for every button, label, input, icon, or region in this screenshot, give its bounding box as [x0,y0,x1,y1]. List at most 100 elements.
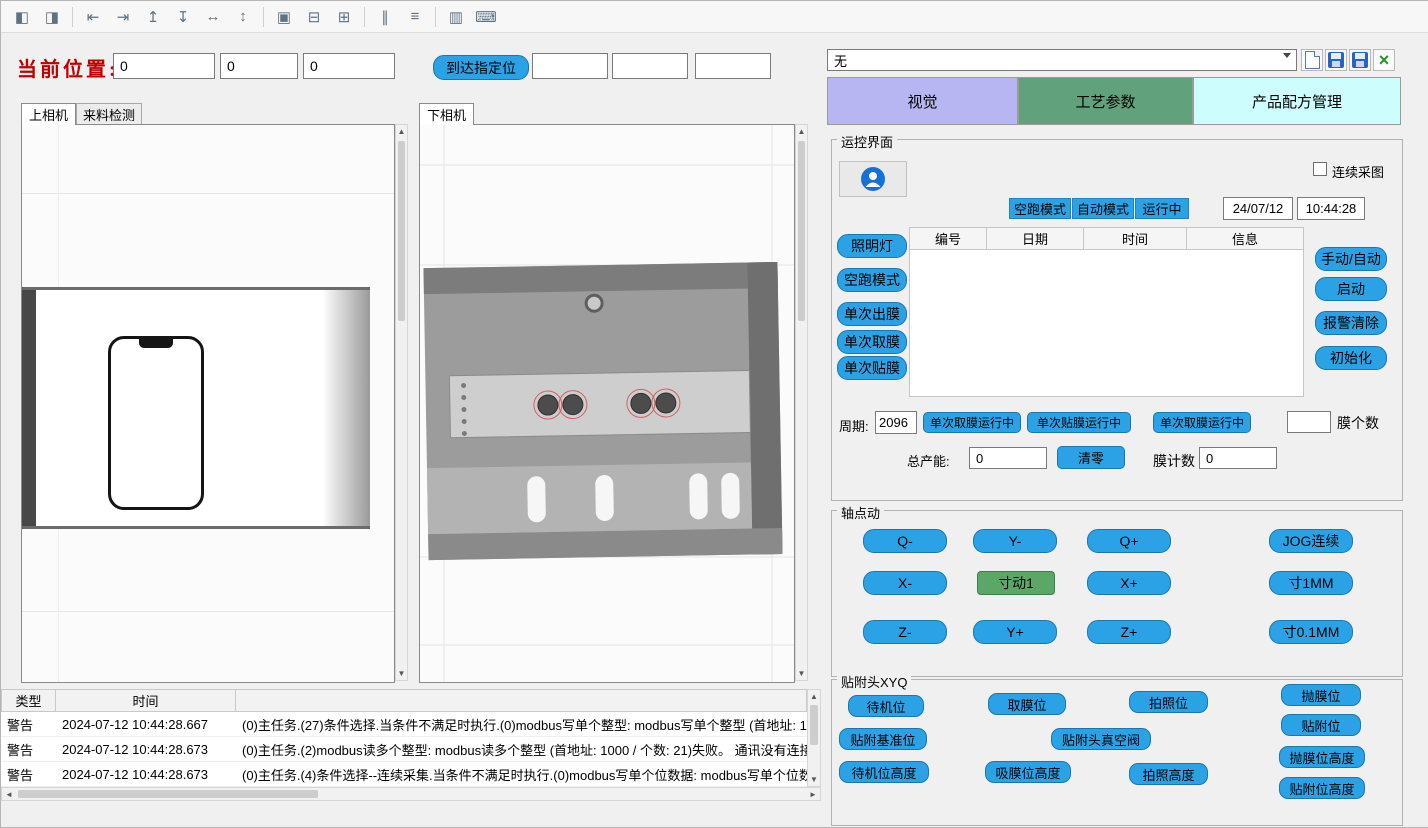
inch-mode-button[interactable]: 寸动1 [977,571,1055,595]
alarm-clear-button[interactable]: 报警清除 [1315,311,1387,335]
jog-q-minus-button[interactable]: Q- [863,529,947,553]
attach-position-button[interactable]: 贴附位 [1281,714,1361,736]
single-take-running-button[interactable]: 单次取膜运行中 [923,412,1021,433]
save-as-recipe-button[interactable] [1349,49,1371,71]
scroll-up-icon[interactable]: ▲ [808,690,820,703]
single-take-running-button-2[interactable]: 单次取膜运行中 [1153,412,1251,433]
throw-film-position-button[interactable]: 抛膜位 [1281,684,1361,706]
msg-col-time[interactable]: 时间 [1083,227,1187,250]
film-count-field[interactable] [1287,411,1331,433]
photo-height-button[interactable]: 拍照高度 [1129,763,1208,785]
log-col-time[interactable]: 时间 [55,689,236,712]
upper-camera-scrollbar[interactable]: ▲ ▼ [395,124,408,681]
save-recipe-button[interactable] [1325,49,1347,71]
scrollbar-thumb[interactable] [18,790,318,798]
same-width-icon[interactable]: ⊟ [301,4,327,30]
tab-recipe-management[interactable]: 产品配方管理 [1193,77,1401,125]
align-left-icon[interactable]: ⇤ [80,4,106,30]
log-horizontal-scrollbar[interactable]: ◄ ► [1,787,821,801]
user-button[interactable] [839,161,907,197]
mode-dry-run[interactable]: 空跑模式 [1009,198,1071,219]
jog-x-plus-button[interactable]: X+ [1087,571,1171,595]
space-horizontal-icon[interactable]: ∥ [372,4,398,30]
center-horizontal-icon[interactable]: ↔ [200,4,226,30]
dry-run-mode-button[interactable]: 空跑模式 [837,268,907,292]
inch-01mm-button[interactable]: 寸0.1MM [1269,620,1353,644]
scroll-left-icon[interactable]: ◄ [2,788,16,800]
bring-to-front-icon[interactable]: ◧ [9,4,35,30]
keyboard-icon[interactable]: ⌨ [473,4,499,30]
close-recipe-button[interactable]: × [1373,49,1395,71]
histogram-icon[interactable]: ▥ [443,4,469,30]
lower-camera-scrollbar[interactable]: ▲ ▼ [795,124,808,681]
scroll-right-icon[interactable]: ► [806,788,820,800]
new-recipe-button[interactable] [1301,49,1323,71]
space-vertical-icon[interactable]: ≡ [402,4,428,30]
scroll-down-icon[interactable]: ▼ [808,773,820,786]
mode-auto[interactable]: 自动模式 [1072,198,1134,219]
vacuum-valve-button[interactable]: 贴附头真空阀 [1051,728,1151,750]
jog-x-minus-button[interactable]: X- [863,571,947,595]
jog-y-minus-button[interactable]: Y- [973,529,1057,553]
align-top-icon[interactable]: ↥ [140,4,166,30]
message-table-body[interactable] [909,249,1304,397]
photo-position-button[interactable]: 拍照位 [1129,691,1208,713]
center-vertical-icon[interactable]: ↕ [230,4,256,30]
mode-running[interactable]: 运行中 [1135,198,1189,219]
jog-continuous-button[interactable]: JOG连续 [1269,529,1353,553]
msg-col-date[interactable]: 日期 [986,227,1084,250]
total-capacity-field[interactable] [969,447,1047,469]
jog-q-plus-button[interactable]: Q+ [1087,529,1171,553]
jog-y-plus-button[interactable]: Y+ [973,620,1057,644]
take-film-position-button[interactable]: 取膜位 [988,693,1066,715]
single-film-take-button[interactable]: 单次取膜 [837,330,907,354]
cycle-value-field[interactable] [875,411,917,434]
align-right-icon[interactable]: ⇥ [110,4,136,30]
standby-height-button[interactable]: 待机位高度 [839,761,929,783]
scroll-down-icon[interactable]: ▼ [396,667,407,680]
attach-reference-button[interactable]: 贴附基准位 [839,728,927,750]
position-y-field[interactable] [220,53,298,79]
same-size-icon[interactable]: ▣ [271,4,297,30]
single-film-apply-button[interactable]: 单次贴膜 [837,356,907,380]
suction-height-button[interactable]: 吸膜位高度 [985,761,1071,783]
lighting-button[interactable]: 照明灯 [837,234,907,258]
target-z-field[interactable] [695,53,771,79]
send-to-back-icon[interactable]: ◨ [39,4,65,30]
clear-button[interactable]: 清零 [1057,446,1125,469]
standby-position-button[interactable]: 待机位 [848,695,924,717]
scroll-down-icon[interactable]: ▼ [796,667,807,680]
scrollbar-thumb[interactable] [798,141,805,321]
manual-auto-button[interactable]: 手动/自动 [1315,247,1387,271]
log-vertical-scrollbar[interactable]: ▲ ▼ [807,689,821,787]
attach-height-button[interactable]: 贴附位高度 [1279,777,1365,799]
tab-lower-camera[interactable]: 下相机 [419,103,474,125]
tab-vision[interactable]: 视觉 [827,77,1018,125]
scroll-up-icon[interactable]: ▲ [396,125,407,138]
tab-upper-camera[interactable]: 上相机 [21,103,76,125]
scrollbar-thumb[interactable] [810,705,818,745]
inch-1mm-button[interactable]: 寸1MM [1269,571,1353,595]
recipe-select[interactable]: 无 [827,49,1297,71]
start-button[interactable]: 启动 [1315,277,1387,301]
single-film-out-button[interactable]: 单次出膜 [837,302,907,326]
position-x-field[interactable] [113,53,215,79]
log-col-type[interactable]: 类型 [1,689,56,712]
tab-incoming-detection[interactable]: 来料检测 [76,103,142,125]
scroll-up-icon[interactable]: ▲ [796,125,807,138]
same-height-icon[interactable]: ⊞ [331,4,357,30]
throw-height-button[interactable]: 抛膜位高度 [1279,746,1365,768]
msg-col-number[interactable]: 编号 [909,227,987,250]
tab-process-parameters[interactable]: 工艺参数 [1018,77,1193,125]
initialize-button[interactable]: 初始化 [1315,346,1387,370]
msg-col-info[interactable]: 信息 [1186,227,1304,250]
target-x-field[interactable] [532,53,608,79]
continuous-capture-checkbox[interactable] [1313,162,1327,176]
align-bottom-icon[interactable]: ↧ [170,4,196,30]
single-apply-running-button[interactable]: 单次贴膜运行中 [1027,412,1131,433]
goto-position-button[interactable]: 到达指定位 [433,55,529,80]
position-z-field[interactable] [303,53,395,79]
scrollbar-thumb[interactable] [398,141,405,321]
film-counter-field[interactable] [1199,447,1277,469]
jog-z-minus-button[interactable]: Z- [863,620,947,644]
